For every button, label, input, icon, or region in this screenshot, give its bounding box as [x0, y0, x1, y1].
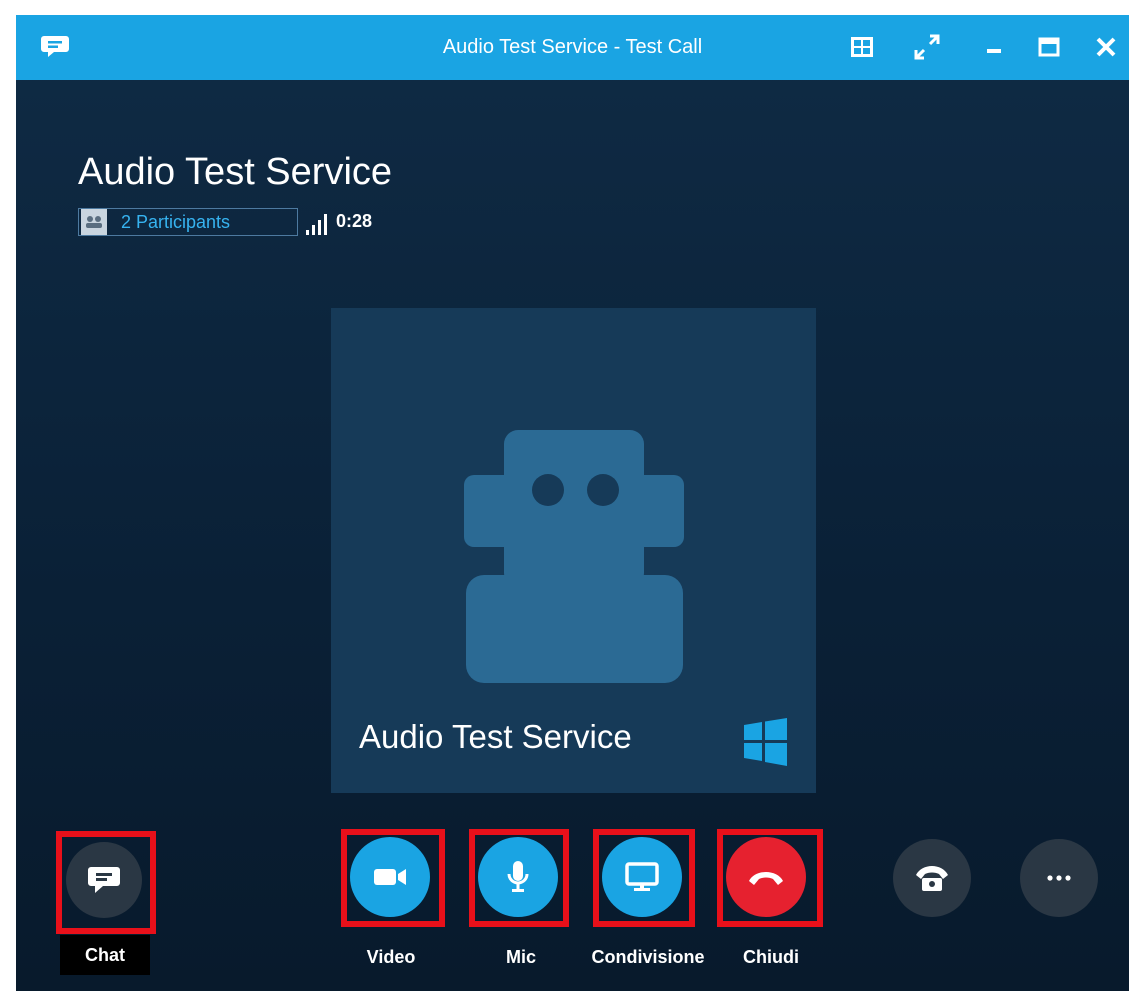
participants-label: 2 Participants [121, 211, 231, 232]
video-camera-icon [374, 869, 406, 885]
video-label: Video [366, 947, 416, 967]
call-window: Audio Test Service - Test Call Audio Tes… [16, 15, 1129, 991]
more-dots-icon [1047, 875, 1071, 881]
participants-button[interactable]: 2 Participants [78, 208, 298, 236]
fullscreen-icon[interactable] [911, 31, 943, 63]
minimize-icon[interactable] [978, 31, 1010, 63]
microphone-icon [507, 861, 529, 892]
chat-label-box: Chat [60, 935, 150, 975]
contact-name: Audio Test Service [78, 151, 393, 193]
layout-icon[interactable] [846, 31, 878, 63]
chat-icon [88, 867, 120, 893]
hangup-button[interactable] [726, 837, 806, 917]
mic-button[interactable] [478, 837, 558, 917]
video-button[interactable] [350, 837, 430, 917]
monitor-icon [625, 862, 659, 891]
title-bar: Audio Test Service - Test Call [16, 15, 1129, 80]
signal-strength-icon [306, 214, 327, 235]
chat-label: Chat [85, 944, 125, 965]
chat-button[interactable] [66, 842, 142, 918]
hangup-label: Chiudi [743, 947, 799, 967]
more-options-button[interactable] [1020, 839, 1098, 917]
mic-label: Mic [505, 947, 536, 967]
window-title: Audio Test Service - Test Call [442, 36, 703, 58]
share-label: Condivisione [591, 947, 705, 967]
maximize-icon[interactable] [1033, 31, 1065, 63]
call-duration: 0:28 [336, 211, 373, 231]
share-screen-button[interactable] [602, 837, 682, 917]
phone-dialpad-icon [916, 866, 948, 891]
participants-icon [81, 209, 107, 235]
dialpad-button[interactable] [893, 839, 971, 917]
windows-logo-icon [744, 718, 787, 766]
tile-participant-name: Audio Test Service [359, 718, 632, 755]
hang-up-phone-icon [749, 872, 783, 885]
close-icon[interactable] [1090, 31, 1122, 63]
participant-tile: Audio Test Service [331, 308, 816, 793]
